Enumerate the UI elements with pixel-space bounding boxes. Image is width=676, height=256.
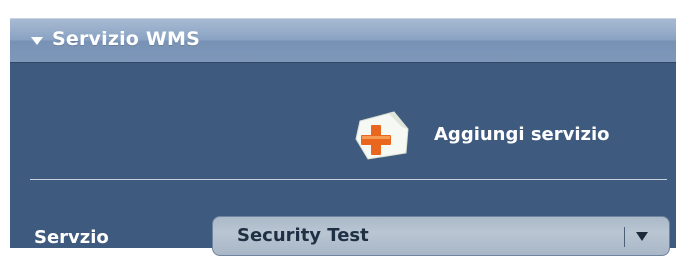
service-select-value: Security Test: [237, 225, 369, 246]
service-field-label: Servzio: [34, 227, 109, 248]
wms-service-panel: Servizio WMS Aggiungi servizio Servzio S…: [10, 18, 676, 256]
add-service-label: Aggiungi servizio: [434, 124, 610, 145]
add-service-button[interactable]: Aggiungi servizio: [348, 109, 658, 163]
select-divider: [624, 227, 625, 247]
triangle-down-icon[interactable]: [30, 33, 44, 47]
add-document-icon[interactable]: [348, 109, 414, 163]
divider: [30, 179, 667, 180]
panel-header[interactable]: Servizio WMS: [10, 19, 676, 63]
service-select[interactable]: Security Test: [212, 216, 670, 256]
panel-title: Servizio WMS: [52, 28, 201, 50]
app-frame: Servizio WMS Aggiungi servizio Servzio S…: [0, 0, 676, 256]
chevron-down-icon[interactable]: [633, 229, 651, 243]
